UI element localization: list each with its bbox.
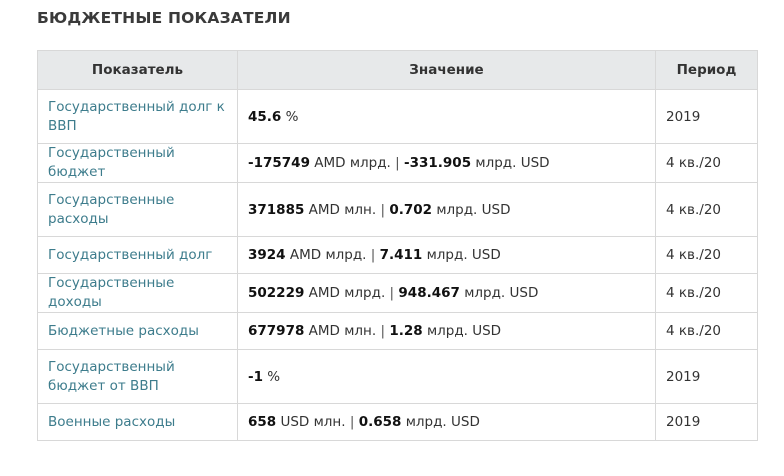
period-cell: 4 кв./20: [655, 273, 758, 313]
value-secondary-unit: млрд. USD: [405, 414, 480, 430]
period-cell: 2019: [655, 403, 758, 441]
indicator-cell: Государственные доходы: [37, 273, 238, 313]
value-secondary: 7.411: [379, 247, 423, 263]
value-primary: 677978: [248, 323, 305, 339]
table-row: Государственный бюджет от ВВП -1 % 2019: [37, 349, 758, 404]
indicator-link[interactable]: Государственные расходы: [48, 192, 174, 227]
value-cell: 677978 AMD млн. | 1.28 млрд. USD: [237, 312, 656, 350]
indicator-cell: Государственные расходы: [37, 182, 238, 237]
value-separator: |: [395, 155, 400, 171]
value-separator: |: [349, 414, 355, 430]
value-primary-unit: USD млн.: [280, 414, 346, 430]
value-secondary-unit: млрд. USD: [426, 323, 502, 339]
period-cell: 4 кв./20: [655, 312, 758, 350]
indicator-link[interactable]: Бюджетные расходы: [48, 323, 199, 339]
value-cell: 371885 AMD млн. | 0.702 млрд. USD: [237, 182, 656, 237]
value-secondary: 948.467: [398, 285, 460, 301]
value-secondary: 1.28: [389, 323, 423, 339]
period-cell: 4 кв./20: [655, 143, 758, 183]
indicator-cell: Государственный бюджет: [37, 143, 238, 183]
value-secondary-unit: млрд. USD: [475, 155, 550, 171]
value-secondary-unit: млрд. USD: [426, 247, 501, 263]
value-cell: -175749 AMD млрд. | -331.905 млрд. USD: [237, 143, 656, 183]
value-secondary: -331.905: [404, 155, 472, 171]
section-title: БЮДЖЕТНЫЕ ПОКАЗАТЕЛИ: [37, 9, 291, 27]
value-separator: |: [389, 285, 395, 301]
value-primary-unit: AMD млрд.: [289, 247, 367, 263]
indicator-link[interactable]: Государственные доходы: [48, 275, 174, 310]
value-cell: 3924 AMD млрд. | 7.411 млрд. USD: [237, 236, 656, 274]
value-primary-unit: AMD млрд.: [314, 155, 391, 171]
value-separator: |: [380, 201, 386, 218]
indicator-link[interactable]: Государственный бюджет: [48, 145, 175, 180]
column-header-indicator: Показатель: [37, 50, 238, 90]
period-cell: 2019: [655, 349, 758, 404]
period-cell: 4 кв./20: [655, 182, 758, 237]
value-primary: -1: [248, 368, 263, 385]
table-row: Государственный бюджет -175749 AMD млрд.…: [37, 143, 758, 183]
indicator-cell: Государственный долг: [37, 236, 238, 274]
table-row: Государственные доходы 502229 AMD млрд. …: [37, 273, 758, 313]
indicator-link[interactable]: Государственный долг к ВВП: [48, 99, 225, 134]
column-header-period: Период: [655, 50, 758, 90]
value-primary: 3924: [248, 247, 286, 263]
value-cell: 502229 AMD млрд. | 948.467 млрд. USD: [237, 273, 656, 313]
value-primary-unit: AMD млн.: [308, 323, 377, 339]
indicator-link[interactable]: Государственный бюджет от ВВП: [48, 359, 175, 394]
column-header-value: Значение: [237, 50, 656, 90]
table-row: Государственные расходы 371885 AMD млн. …: [37, 182, 758, 237]
indicator-link[interactable]: Военные расходы: [48, 414, 175, 430]
table-row: Бюджетные расходы 677978 AMD млн. | 1.28…: [37, 312, 758, 350]
value-secondary: 0.702: [389, 201, 433, 218]
table-row: Государственный долг к ВВП 45.6 % 2019: [37, 89, 758, 144]
value-secondary: 0.658: [358, 414, 402, 430]
indicator-link[interactable]: Государственный долг: [48, 247, 212, 263]
budget-indicators-widget: БЮДЖЕТНЫЕ ПОКАЗАТЕЛИ Показатель Значение…: [0, 0, 784, 476]
indicator-cell: Военные расходы: [37, 403, 238, 441]
value-primary-unit: %: [267, 368, 281, 385]
value-cell: 45.6 %: [237, 89, 656, 144]
value-secondary-unit: млрд. USD: [464, 285, 539, 301]
value-primary: 658: [248, 414, 277, 430]
indicator-cell: Государственный бюджет от ВВП: [37, 349, 238, 404]
table-row: Военные расходы 658 USD млн. | 0.658 млр…: [37, 403, 758, 441]
indicator-cell: Государственный долг к ВВП: [37, 89, 238, 144]
value-primary: 45.6: [248, 108, 282, 125]
value-separator: |: [380, 323, 386, 339]
value-primary-unit: AMD млрд.: [308, 285, 386, 301]
value-cell: -1 %: [237, 349, 656, 404]
value-cell: 658 USD млн. | 0.658 млрд. USD: [237, 403, 656, 441]
indicator-cell: Бюджетные расходы: [37, 312, 238, 350]
value-primary-unit: AMD млн.: [308, 201, 377, 218]
value-primary: -175749: [248, 155, 310, 171]
value-primary-unit: %: [285, 108, 299, 125]
value-primary: 502229: [248, 285, 305, 301]
value-primary: 371885: [248, 201, 305, 218]
value-secondary-unit: млрд. USD: [436, 201, 511, 218]
period-cell: 2019: [655, 89, 758, 144]
budget-table: Показатель Значение Период Государственн…: [37, 50, 758, 441]
table-header-row: Показатель Значение Период: [37, 50, 758, 90]
table-row: Государственный долг 3924 AMD млрд. | 7.…: [37, 236, 758, 274]
period-cell: 4 кв./20: [655, 236, 758, 274]
value-separator: |: [370, 247, 376, 263]
